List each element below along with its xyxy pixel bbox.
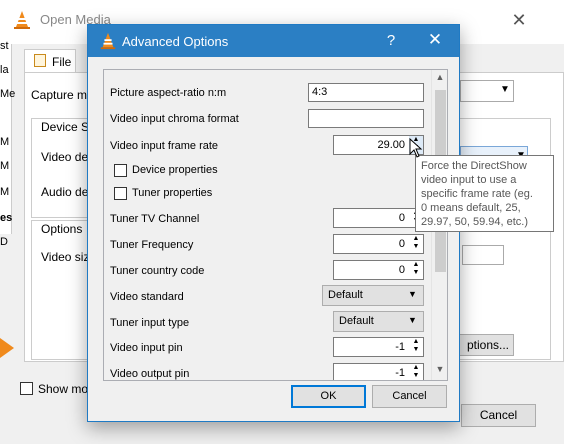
left-strip-text: Me [0,88,16,100]
spin-up-icon[interactable]: ▲ [409,364,423,372]
options-scroll-pane[interactable]: Picture aspect-ratio n:m 4:3 Video input… [103,69,448,381]
video-input-pin-label: Video input pin [110,342,183,354]
tuner-frequency-spin-buttons[interactable]: ▲ ▼ [409,235,423,253]
close-icon[interactable]: ✕ [424,29,446,51]
video-output-pin-spin-buttons[interactable]: ▲ ▼ [409,364,423,380]
left-strip-text: st [0,40,9,52]
scroll-up-icon[interactable]: ▲ [432,72,447,86]
left-strip-text: D [0,236,8,248]
open-media-cancel-button[interactable]: Cancel [461,404,536,427]
device-properties-label: Device properties [132,164,218,176]
chroma-format-label: Video input chroma format [110,113,239,125]
spin-up-icon[interactable]: ▲ [409,261,423,269]
video-standard-label: Video standard [110,291,184,303]
video-input-pin-spin-buttons[interactable]: ▲ ▼ [409,338,423,356]
left-strip-text: es [0,212,13,224]
tuner-frequency-label: Tuner Frequency [110,239,194,251]
device-properties-checkbox[interactable] [114,164,127,177]
options-legend: Options [39,222,85,236]
vlc-cone-icon [100,32,116,50]
aspect-ratio-label: Picture aspect-ratio n:m [110,87,227,99]
tuner-properties-checkbox[interactable] [114,187,127,200]
tooltip-line: 29.97, 50, 59.94, etc.) [421,216,529,228]
cancel-button[interactable]: Cancel [372,385,447,408]
left-strip-text: M [0,160,10,172]
spin-up-icon[interactable]: ▲ [409,235,423,243]
country-code-label: Tuner country code [110,265,205,277]
help-icon[interactable]: ? [380,30,402,52]
vlc-cone-icon [14,11,30,29]
left-strip-text: M [0,136,10,148]
orange-wedge-decoration [0,338,14,358]
spin-down-icon[interactable]: ▼ [409,243,423,251]
tooltip-line: specific frame rate (eg. [421,188,533,200]
chroma-format-input[interactable] [308,109,424,128]
mouse-cursor-icon [409,138,423,158]
more-options-button[interactable]: ptions... [456,334,514,356]
spin-up-icon[interactable]: ▲ [409,338,423,346]
frame-rate-label: Video input frame rate [110,140,219,152]
ok-button[interactable]: OK [291,385,366,408]
advanced-options-dialog: Advanced Options ? ✕ Picture aspect-rati… [87,24,460,422]
show-more-checkbox[interactable] [20,382,33,395]
tuner-input-type-label: Tuner input type [110,317,190,329]
tooltip-line: 0 means default, 25, [421,202,521,214]
tv-channel-label: Tuner TV Channel [110,213,200,225]
open-media-close-icon[interactable]: ✕ [508,9,530,31]
left-strip-text: M [0,186,10,198]
spin-down-icon[interactable]: ▼ [409,372,423,380]
dialog-title: Advanced Options [122,34,229,49]
frame-rate-tooltip: Force the DirectShow video input to use … [415,155,554,232]
chevron-down-icon: ▼ [408,289,417,299]
aspect-ratio-input[interactable]: 4:3 [308,83,424,102]
tooltip-line: video input to use a [421,174,517,186]
spin-down-icon[interactable]: ▼ [409,346,423,354]
tab-file-label: File [52,55,72,69]
video-output-pin-label: Video output pin [110,368,190,380]
left-strip-text: la [0,64,9,76]
video-size-input[interactable] [462,245,504,265]
country-code-spin-buttons[interactable]: ▲ ▼ [409,261,423,279]
file-icon [34,54,46,67]
chevron-down-icon: ▼ [408,315,417,325]
scroll-down-icon[interactable]: ▼ [432,364,447,378]
tuner-properties-label: Tuner properties [132,187,213,199]
tooltip-line: Force the DirectShow [421,160,527,172]
capture-mode-label: Capture mo [31,88,94,102]
spin-down-icon[interactable]: ▼ [409,269,423,277]
chevron-down-icon: ▼ [500,84,510,95]
